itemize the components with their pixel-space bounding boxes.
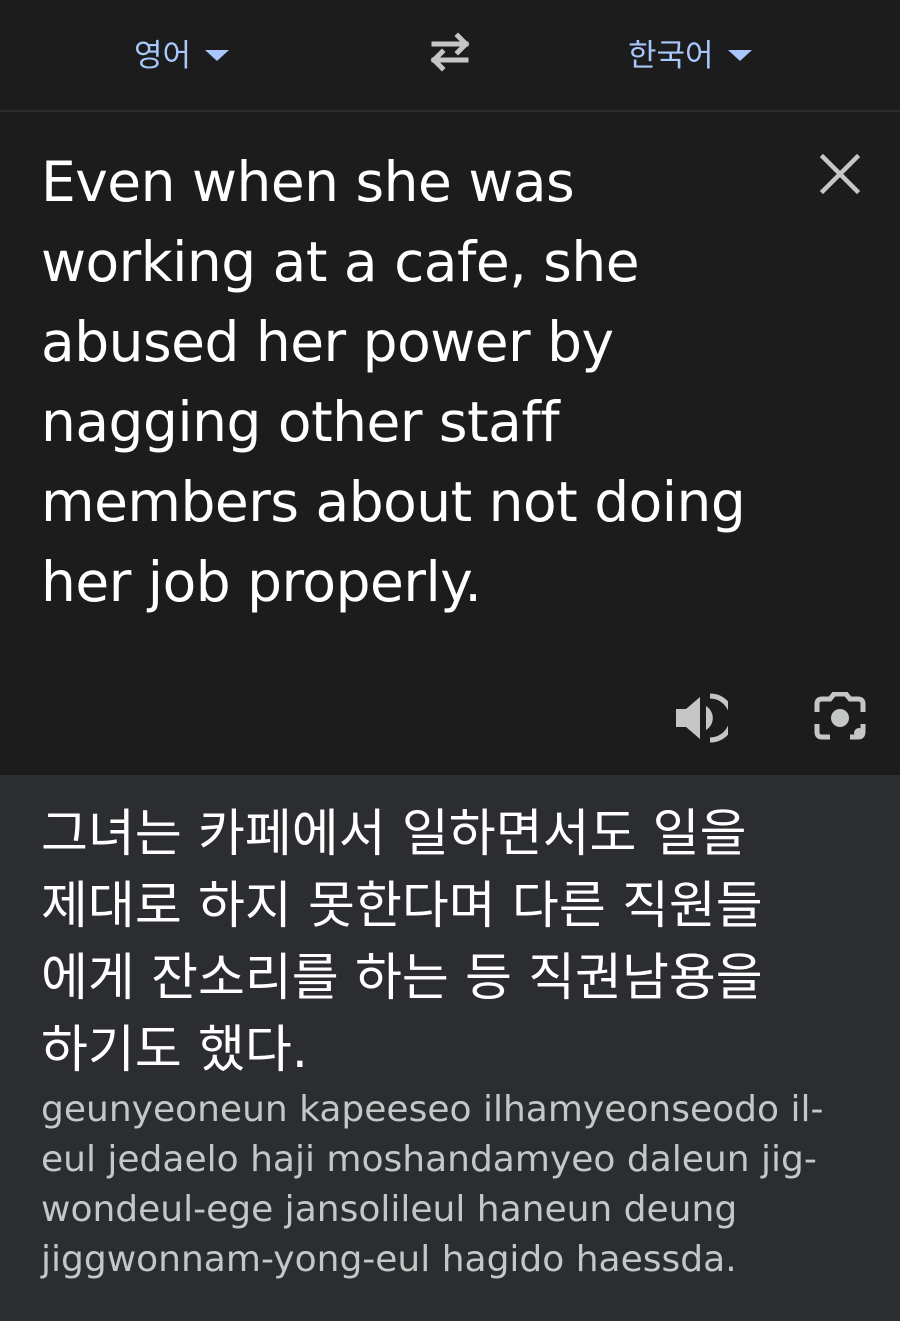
close-icon	[819, 153, 861, 195]
swap-languages-button[interactable]	[420, 27, 480, 77]
camera-translate-button[interactable]	[812, 691, 868, 744]
source-line: nagging other staff	[41, 390, 560, 454]
source-language-label: 영어	[134, 37, 192, 74]
translated-line: 제대로 하지 못한다며 다른 직원들	[41, 877, 763, 936]
romanization-line: wondeul-ege jansolileul haneun deung	[41, 1189, 738, 1230]
romanization-line: eul jedaelo haji moshandamyeo daleun jig…	[41, 1139, 817, 1180]
translated-line: 하기도 했다.	[41, 1021, 309, 1080]
romanization-line: jiggwonnam-yong-eul hagido haessda.	[41, 1239, 737, 1280]
source-line: abused her power by	[41, 310, 614, 374]
source-line: her job properly.	[41, 550, 482, 614]
source-line: members about not doing	[41, 470, 746, 534]
target-language-label: 한국어	[628, 37, 714, 74]
translation-result-panel: 그녀는 카페에서 일하면서도 일을 제대로 하지 못한다며 다른 직원들 에게 …	[0, 775, 900, 1321]
speaker-icon	[676, 693, 735, 743]
listen-source-button[interactable]	[672, 692, 735, 744]
source-input-panel[interactable]: Even when she was working at a cafe, she…	[0, 112, 900, 774]
translated-line: 에게 잔소리를 하는 등 직권남용을	[41, 949, 763, 1008]
source-line: Even when she was	[41, 150, 575, 214]
translated-text: 그녀는 카페에서 일하면서도 일을 제대로 하지 못한다며 다른 직원들 에게 …	[41, 799, 861, 1087]
source-language-selector[interactable]: 영어	[134, 26, 230, 78]
source-text[interactable]: Even when she was working at a cafe, she…	[41, 142, 781, 622]
camera-lens-icon	[814, 691, 866, 740]
translated-line: 그녀는 카페에서 일하면서도 일을	[41, 805, 747, 864]
romanization-line: geunyeoneun kapeeseo ilhamyeonseodo il-	[41, 1089, 824, 1130]
romanization-text: geunyeoneun kapeeseo ilhamyeonseodo il- …	[41, 1085, 841, 1285]
language-bar: 영어 한국어	[0, 0, 900, 112]
source-line: working at a cafe, she	[41, 230, 640, 294]
target-language-selector[interactable]: 한국어	[628, 26, 752, 78]
caret-down-icon	[727, 49, 752, 61]
swap-arrows-icon	[430, 32, 470, 72]
clear-text-button[interactable]	[816, 150, 864, 198]
caret-down-icon	[205, 49, 230, 61]
